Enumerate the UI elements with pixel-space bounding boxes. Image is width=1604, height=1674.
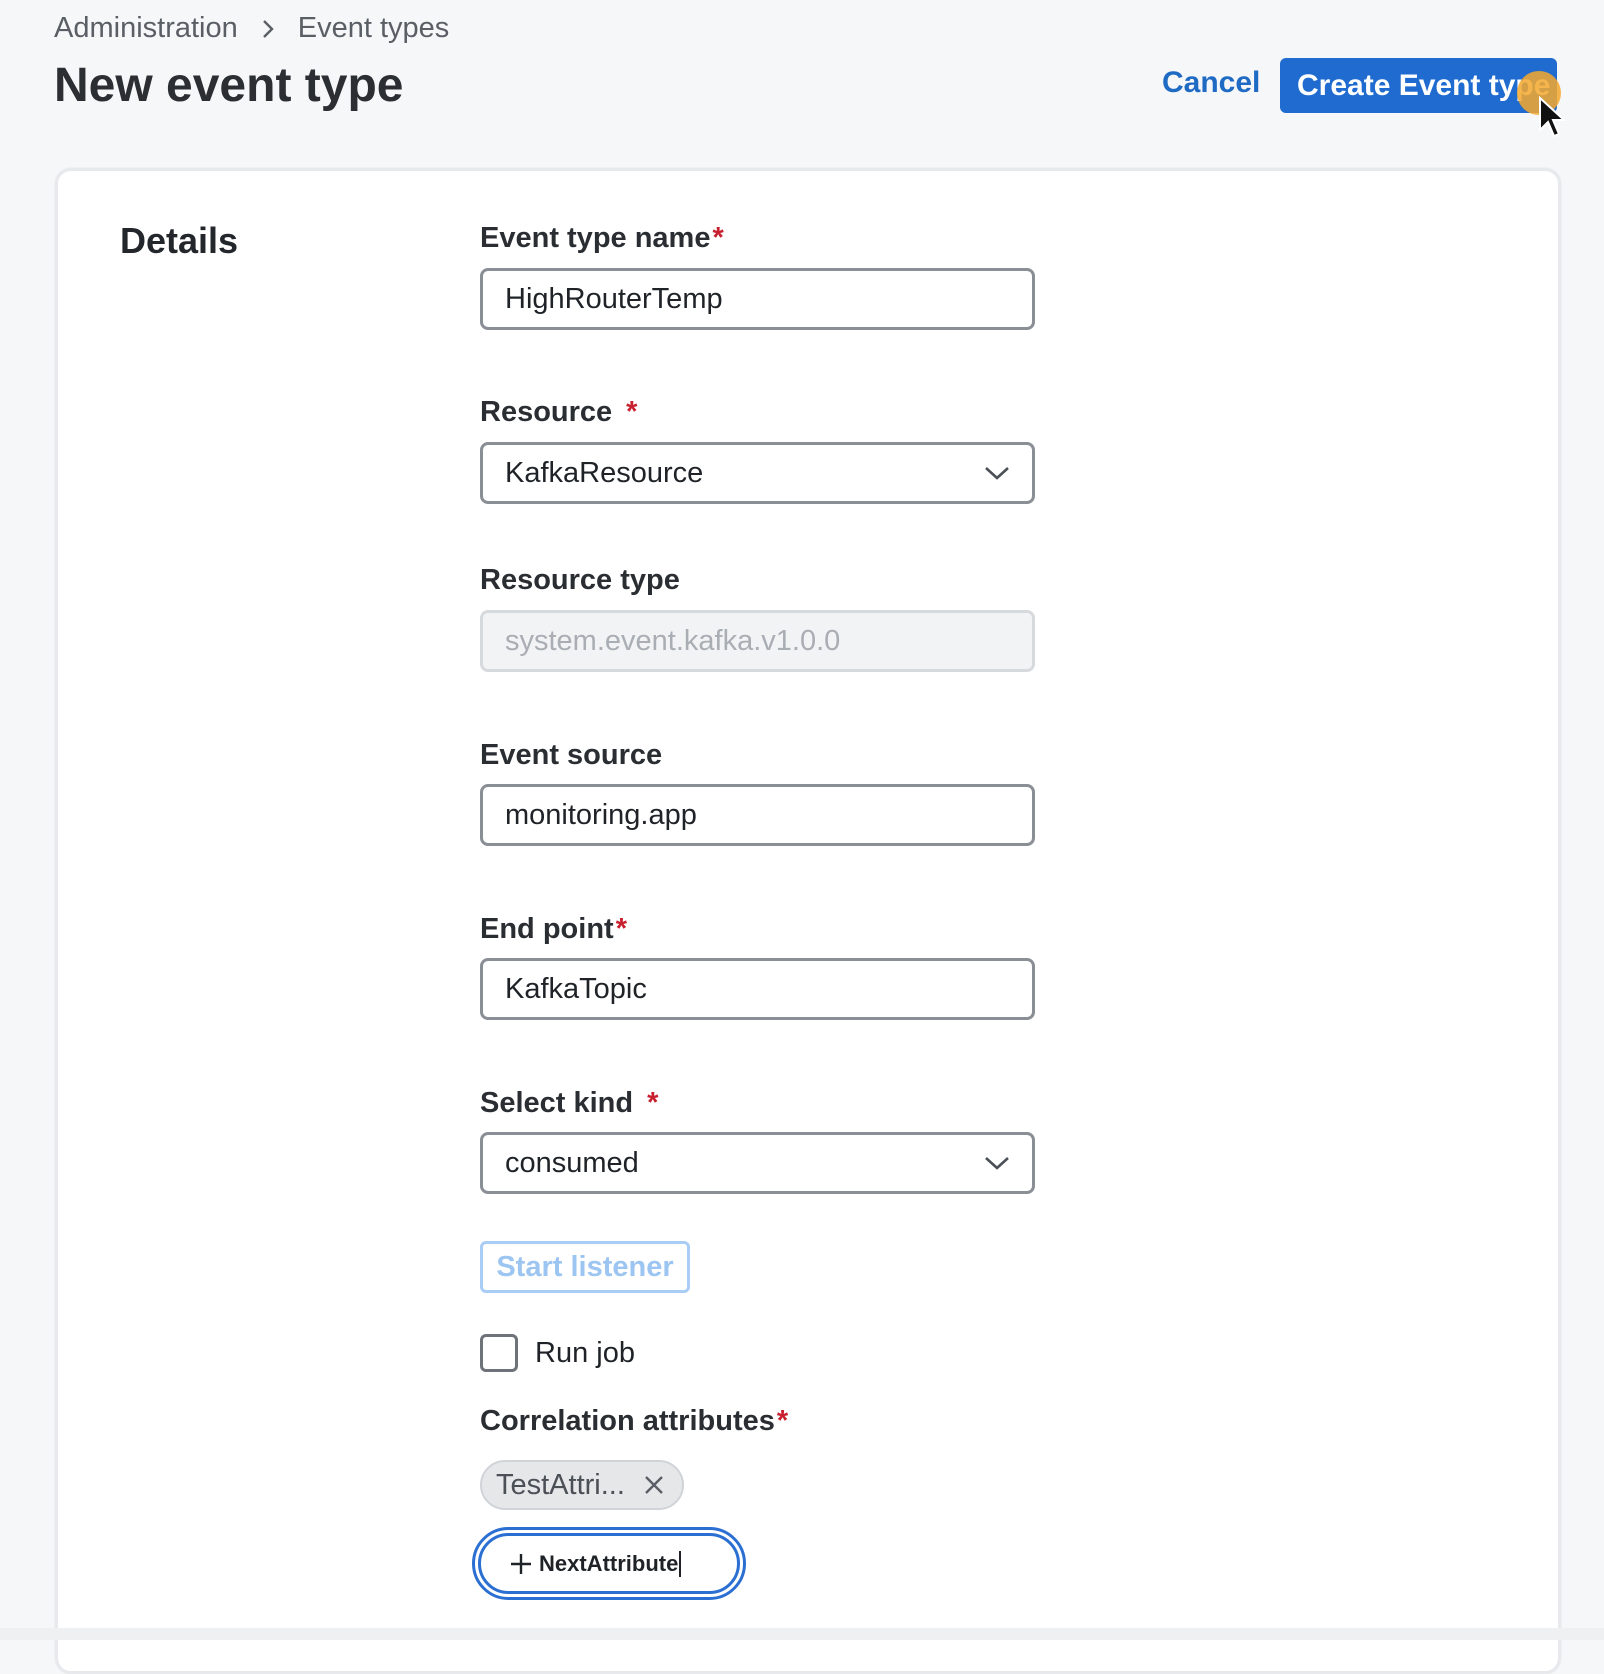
required-marker: * [712, 222, 724, 254]
end-point-input[interactable] [480, 958, 1035, 1020]
select-kind-select[interactable]: consumed [480, 1132, 1035, 1194]
run-job-checkbox[interactable] [480, 1334, 518, 1372]
chevron-down-icon [985, 1157, 1009, 1170]
run-job-row: Run job [480, 1334, 635, 1372]
page-title: New event type [54, 59, 404, 112]
resource-select-value: KafkaResource [505, 456, 704, 489]
chevron-down-icon [985, 467, 1009, 480]
mouse-cursor-icon [1539, 96, 1567, 138]
create-event-type-button[interactable]: Create Event type [1280, 58, 1557, 113]
event-source-label: Event source [480, 739, 663, 771]
select-kind-label: Select kind * [480, 1087, 659, 1119]
cancel-button[interactable]: Cancel [1162, 66, 1260, 100]
new-attribute-input[interactable]: NextAttribute [478, 1533, 740, 1594]
event-source-input[interactable] [480, 784, 1035, 846]
event-type-name-label: Event type name* [480, 222, 724, 254]
event-type-name-input[interactable] [480, 268, 1035, 330]
correlation-attributes-label: Correlation attributes* [480, 1405, 789, 1437]
required-marker: * [776, 1405, 789, 1437]
end-point-label: End point* [480, 913, 627, 945]
run-job-label: Run job [535, 1336, 635, 1369]
resource-select[interactable]: KafkaResource [480, 442, 1035, 504]
attribute-chip-label: TestAttri... [496, 1468, 625, 1501]
start-listener-button[interactable]: Start listener [480, 1241, 690, 1293]
required-marker: * [615, 913, 627, 945]
required-marker: * [647, 1087, 659, 1119]
select-kind-value: consumed [505, 1146, 639, 1179]
bottom-edge [0, 1628, 1604, 1640]
new-attribute-text: NextAttribute [539, 1550, 679, 1576]
section-title-details: Details [120, 220, 239, 261]
breadcrumb-administration[interactable]: Administration [54, 12, 238, 45]
new-attribute-focus-ring: NextAttribute [472, 1527, 746, 1600]
plus-icon [511, 1553, 531, 1574]
resource-label: Resource * [480, 396, 638, 428]
required-marker: * [626, 396, 638, 428]
page: Administration Event types New event typ… [0, 0, 1604, 1674]
text-caret [679, 1550, 682, 1577]
resource-type-input [480, 610, 1035, 672]
details-card [55, 168, 1561, 1674]
close-icon[interactable] [643, 1474, 665, 1496]
chevron-right-icon [258, 19, 278, 39]
resource-type-label: Resource type [480, 564, 680, 596]
breadcrumb: Administration Event types [54, 12, 449, 45]
breadcrumb-event-types[interactable]: Event types [298, 12, 450, 45]
attribute-chip: TestAttri... [480, 1460, 684, 1510]
